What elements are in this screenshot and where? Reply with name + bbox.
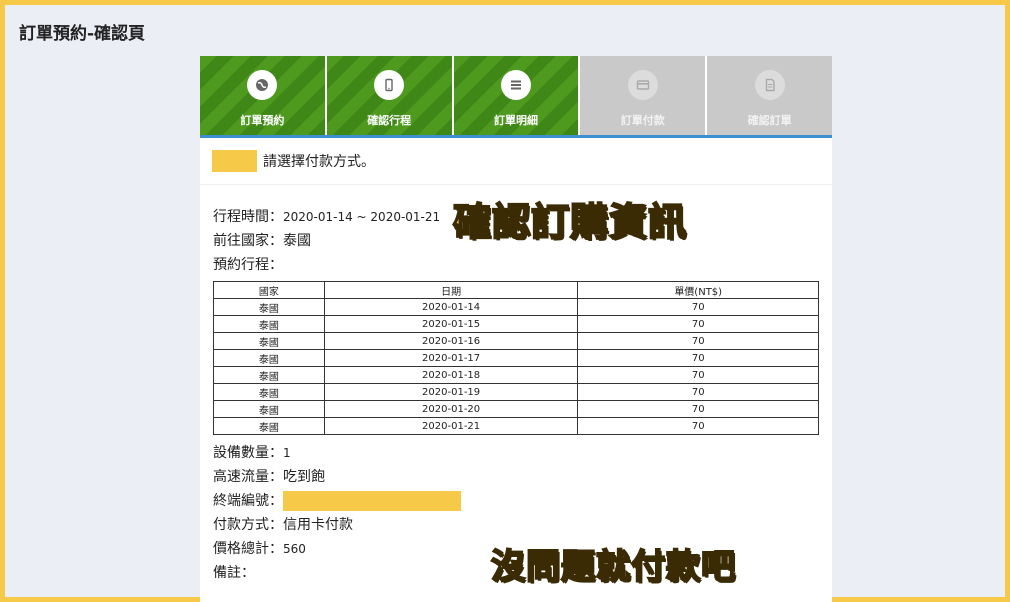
cell-price: 70 (577, 400, 819, 418)
document-icon (754, 70, 785, 100)
cell-price: 70 (577, 366, 819, 384)
schedule-row: 預約行程： (213, 253, 832, 277)
column-header-date: 日期 (323, 281, 579, 299)
cell-country: 泰國 (213, 400, 325, 418)
step-order-payment[interactable]: 訂單付款 (580, 56, 706, 135)
redacted-block (212, 150, 257, 172)
device-count-label: 設備數量： (213, 445, 283, 461)
cell-date: 2020-01-20 (323, 400, 579, 418)
table-row: 泰國 2020-01-16 70 (213, 332, 819, 350)
terminal-row: 終端編號： (213, 489, 832, 513)
table-row: 泰國 2020-01-14 70 (213, 298, 819, 316)
cell-country: 泰國 (213, 298, 325, 316)
column-header-price: 單價(NT$) (577, 281, 819, 299)
screenshot-frame: 訂單預約-確認頁 訂單預約 確認行程 訂單明細 訂單付款 確認訂單 請選擇付款方… (0, 0, 1010, 602)
total-label: 價格總計： (213, 541, 283, 557)
table-row: 泰國 2020-01-19 70 (213, 383, 819, 401)
cell-country: 泰國 (213, 366, 325, 384)
cell-date: 2020-01-16 (323, 332, 579, 350)
pay-caption-overlay: 沒問題就付款吧 (490, 546, 736, 588)
cell-country: 泰國 (213, 349, 325, 367)
table-row: 泰國 2020-01-20 70 (213, 400, 819, 418)
cell-price: 70 (577, 315, 819, 333)
step-label: 訂單明細 (493, 114, 538, 127)
cell-date: 2020-01-19 (323, 383, 579, 401)
notice-text: 請選擇付款方式。 (263, 154, 375, 170)
device-count-row: 設備數量：1 (213, 441, 832, 465)
cell-date: 2020-01-17 (323, 349, 579, 367)
cell-date: 2020-01-15 (323, 315, 579, 333)
schedule-label: 預約行程： (213, 257, 283, 273)
total-value: 560 (283, 542, 306, 556)
cell-price: 70 (577, 383, 819, 401)
step-order-reservation[interactable]: 訂單預約 (200, 56, 325, 135)
step-order-details[interactable]: 訂單明細 (453, 56, 579, 135)
step-label: 訂單付款 (620, 114, 665, 127)
payment-method-label: 付款方式： (213, 517, 283, 533)
card-icon (627, 70, 658, 100)
order-panel: 訂單預約 確認行程 訂單明細 訂單付款 確認訂單 請選擇付款方式。 行程時間：2… (200, 56, 832, 602)
step-confirm-order[interactable]: 確認訂單 (707, 56, 832, 135)
destination-label: 前往國家： (213, 233, 283, 249)
trip-time-value: 2020-01-14 ~ 2020-01-21 (283, 210, 441, 224)
confirm-caption-overlay: 確認訂購資訊 (452, 199, 688, 245)
trip-time-label: 行程時間： (213, 209, 283, 225)
table-header-row: 國家 日期 單價(NT$) (213, 281, 819, 299)
cell-price: 70 (577, 417, 819, 435)
step-confirm-itinerary[interactable]: 確認行程 (326, 56, 452, 135)
table-row: 泰國 2020-01-21 70 (213, 417, 819, 435)
payment-notice: 請選擇付款方式。 (200, 138, 832, 185)
terminal-label: 終端編號： (213, 493, 283, 509)
step-label: 確認行程 (367, 114, 412, 127)
step-label: 訂單預約 (240, 114, 285, 127)
cell-price: 70 (577, 298, 819, 316)
payment-method-value: 信用卡付款 (283, 517, 353, 533)
list-icon (500, 70, 531, 100)
cell-price: 70 (577, 349, 819, 367)
globe-icon (247, 70, 278, 100)
table-row: 泰國 2020-01-18 70 (213, 366, 819, 384)
traffic-value: 吃到飽 (283, 469, 325, 485)
redacted-terminal-number (283, 491, 461, 511)
cell-date: 2020-01-18 (323, 366, 579, 384)
phone-icon (374, 70, 405, 100)
cell-country: 泰國 (213, 383, 325, 401)
column-header-country: 國家 (213, 281, 325, 299)
itinerary-table: 國家 日期 單價(NT$) 泰國 2020-01-14 70 泰國 2020-01-1… (213, 281, 819, 435)
destination-value: 泰國 (283, 233, 311, 249)
cell-country: 泰國 (213, 315, 325, 333)
remark-label: 備註： (213, 565, 255, 581)
cell-country: 泰國 (213, 417, 325, 435)
device-count-value: 1 (283, 446, 291, 460)
cell-country: 泰國 (213, 332, 325, 350)
cell-date: 2020-01-14 (323, 298, 579, 316)
traffic-row: 高速流量：吃到飽 (213, 465, 832, 489)
table-row: 泰國 2020-01-15 70 (213, 315, 819, 333)
cell-date: 2020-01-21 (323, 417, 579, 435)
progress-steps: 訂單預約 確認行程 訂單明細 訂單付款 確認訂單 (200, 56, 832, 138)
payment-method-row: 付款方式：信用卡付款 (213, 513, 832, 537)
table-row: 泰國 2020-01-17 70 (213, 349, 819, 367)
page-title: 訂單預約-確認頁 (19, 24, 146, 44)
cell-price: 70 (577, 332, 819, 350)
traffic-label: 高速流量： (213, 469, 283, 485)
step-label: 確認訂單 (747, 114, 792, 127)
